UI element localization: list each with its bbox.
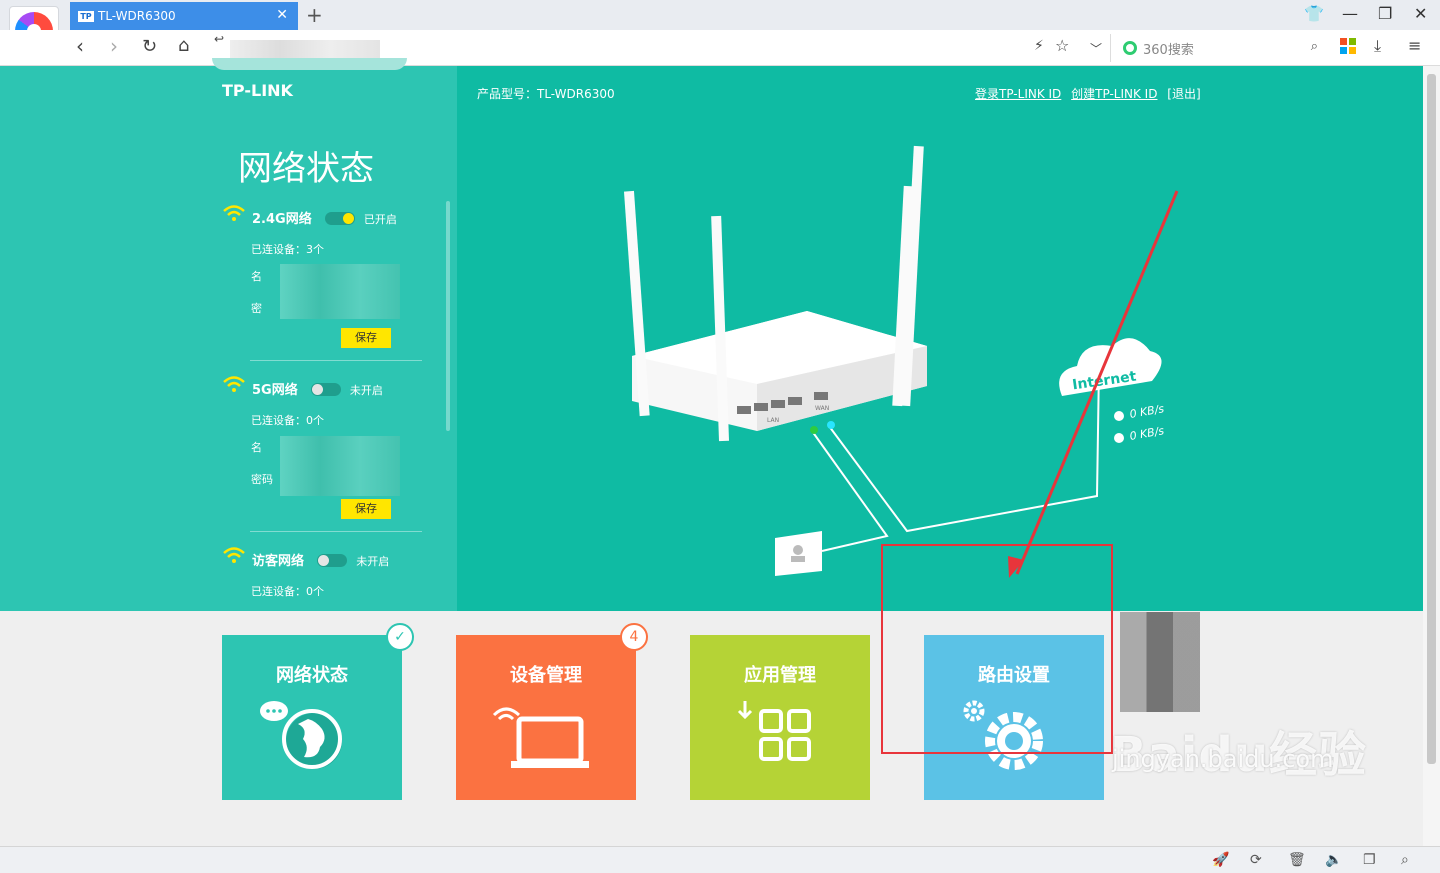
router-diagram-svg: LAN WAN Internet 0 KB/s 0 KB/s [623,145,1179,578]
search-input[interactable]: 360搜索 ⌕ [1110,34,1326,62]
globe-chat-icon [260,701,342,769]
restore-icon[interactable]: ❐ [1378,4,1392,23]
router-icon: LAN WAN [623,145,927,442]
menu-icon[interactable]: ≡ [1408,36,1421,55]
svg-text:WAN: WAN [815,405,829,412]
save-button[interactable]: 保存 [341,328,391,348]
speed-icon[interactable]: ⟳ [1250,852,1262,868]
flash-icon[interactable]: ⚡ [1034,38,1044,54]
divider [250,531,422,532]
new-tab-icon[interactable]: + [306,3,323,27]
tile-label: 设备管理 [510,665,582,686]
redacted-credentials [280,436,400,496]
annotation-highlight-box [881,544,1113,754]
password-label: 密码 [251,473,273,486]
network-toggle[interactable] [317,554,348,567]
wifi-icon [223,205,245,221]
network-5g: 5G网络 未开启 已连设备：0个 名 密码 [222,376,422,486]
connected-devices: 已连设备：0个 [251,585,324,598]
wifi-icon [223,547,245,563]
network-name: 访客网络 [252,554,305,569]
download-icon [1114,433,1124,443]
bookmark-star-icon[interactable]: ☆ [1055,36,1069,55]
tile-label: 应用管理 [744,665,816,686]
network-state: 已开启 [363,213,397,226]
tab-close-icon[interactable]: ✕ [276,7,288,23]
dropdown-icon[interactable]: ﹀ [1090,40,1102,57]
trash-icon[interactable]: 🗑 [1288,852,1306,868]
network-state: 未开启 [349,384,383,397]
browser-tab[interactable]: TP TL-WDR6300 ✕ [70,2,298,30]
page-scrollbar[interactable] [1423,66,1440,846]
window-icon[interactable]: ❐ [1363,852,1376,868]
svg-text:LAN: LAN [767,417,779,424]
volume-icon[interactable]: 🔈 [1325,852,1342,868]
redacted-image [1120,612,1200,712]
tile-app-management[interactable]: 应用管理 [690,635,870,800]
svg-text:0 KB/s: 0 KB/s [1129,402,1166,421]
password-label: 密 [251,302,262,315]
svg-text:0 KB/s: 0 KB/s [1129,424,1166,443]
tab-title: TL-WDR6300 [98,9,176,23]
rocket-icon[interactable]: 🚀 [1212,852,1229,868]
network-name: 5G网络 [252,383,298,398]
tab-favicon: TP [78,10,94,22]
address-bar[interactable] [230,40,380,58]
360-search-icon [1123,41,1137,55]
zoom-icon[interactable]: ⌕ [1401,852,1409,868]
download-icon[interactable]: ⤓ [1374,36,1381,56]
network-name: 2.4G网络 [252,212,312,227]
network-2g: 2.4G网络 已开启 已连设备：3个 名 密 [222,205,422,315]
laptop-wifi-icon [492,707,589,768]
sidebar-title: 网络状态 [238,149,374,189]
undo-icon[interactable]: ↩ [214,32,224,46]
wall-socket-icon [775,531,822,576]
connected-devices: 已连设备：3个 [251,243,324,256]
reload-icon[interactable]: ↻ [142,36,157,57]
ssid-label: 名 [251,270,262,283]
baidu-watermark-url: jingyan.baidu.com [1112,745,1334,773]
network-toggle[interactable] [324,212,355,225]
redacted-credentials [280,264,400,319]
tile-label: 网络状态 [276,665,348,686]
tab-bump [212,58,407,70]
network-guest: 访客网络 未开启 已连设备：0个 [222,547,422,599]
connected-devices: 已连设备：0个 [251,414,324,427]
network-toggle[interactable] [310,383,341,396]
home-icon[interactable]: ⌂ [178,35,189,56]
tile-network-status[interactable]: 网络状态 ✓ [222,623,414,800]
network-state: 未开启 [356,555,390,568]
minimize-icon[interactable]: — [1342,4,1358,23]
forward-icon[interactable]: › [110,34,118,58]
search-icon[interactable]: ⌕ [1311,39,1318,54]
save-button[interactable]: 保存 [341,499,391,519]
close-window-icon[interactable]: ✕ [1414,4,1427,23]
upload-icon [1114,411,1124,421]
brand-logo: TP-LINK [222,81,293,100]
back-icon[interactable]: ‹ [76,34,84,58]
apps-grid-icon[interactable] [1340,38,1356,58]
browser-status-bar: 🚀 ⟳ 🗑 🔈 ❐ ⌕ [0,846,1440,873]
check-badge: ✓ [386,623,414,651]
sidebar-scrollbar[interactable] [446,201,450,431]
skin-icon[interactable]: 👕 [1304,4,1324,23]
status-sidebar: TP-LINK 网络状态 2.4G网络 已开启 已连设备：3个 名 密 保存 5… [0,58,457,620]
search-placeholder: 360搜索 [1143,42,1194,58]
wifi-icon [223,376,245,392]
divider [250,360,422,361]
count-badge: 4 [620,623,648,651]
network-diagram: 产品型号：TL-WDR6300 登录TP-LINK ID 创建TP-LINK I… [457,66,1423,611]
apps-grid-download-icon [737,701,811,761]
tile-device-management[interactable]: 设备管理 4 [456,623,648,800]
ssid-label: 名 [251,441,262,454]
